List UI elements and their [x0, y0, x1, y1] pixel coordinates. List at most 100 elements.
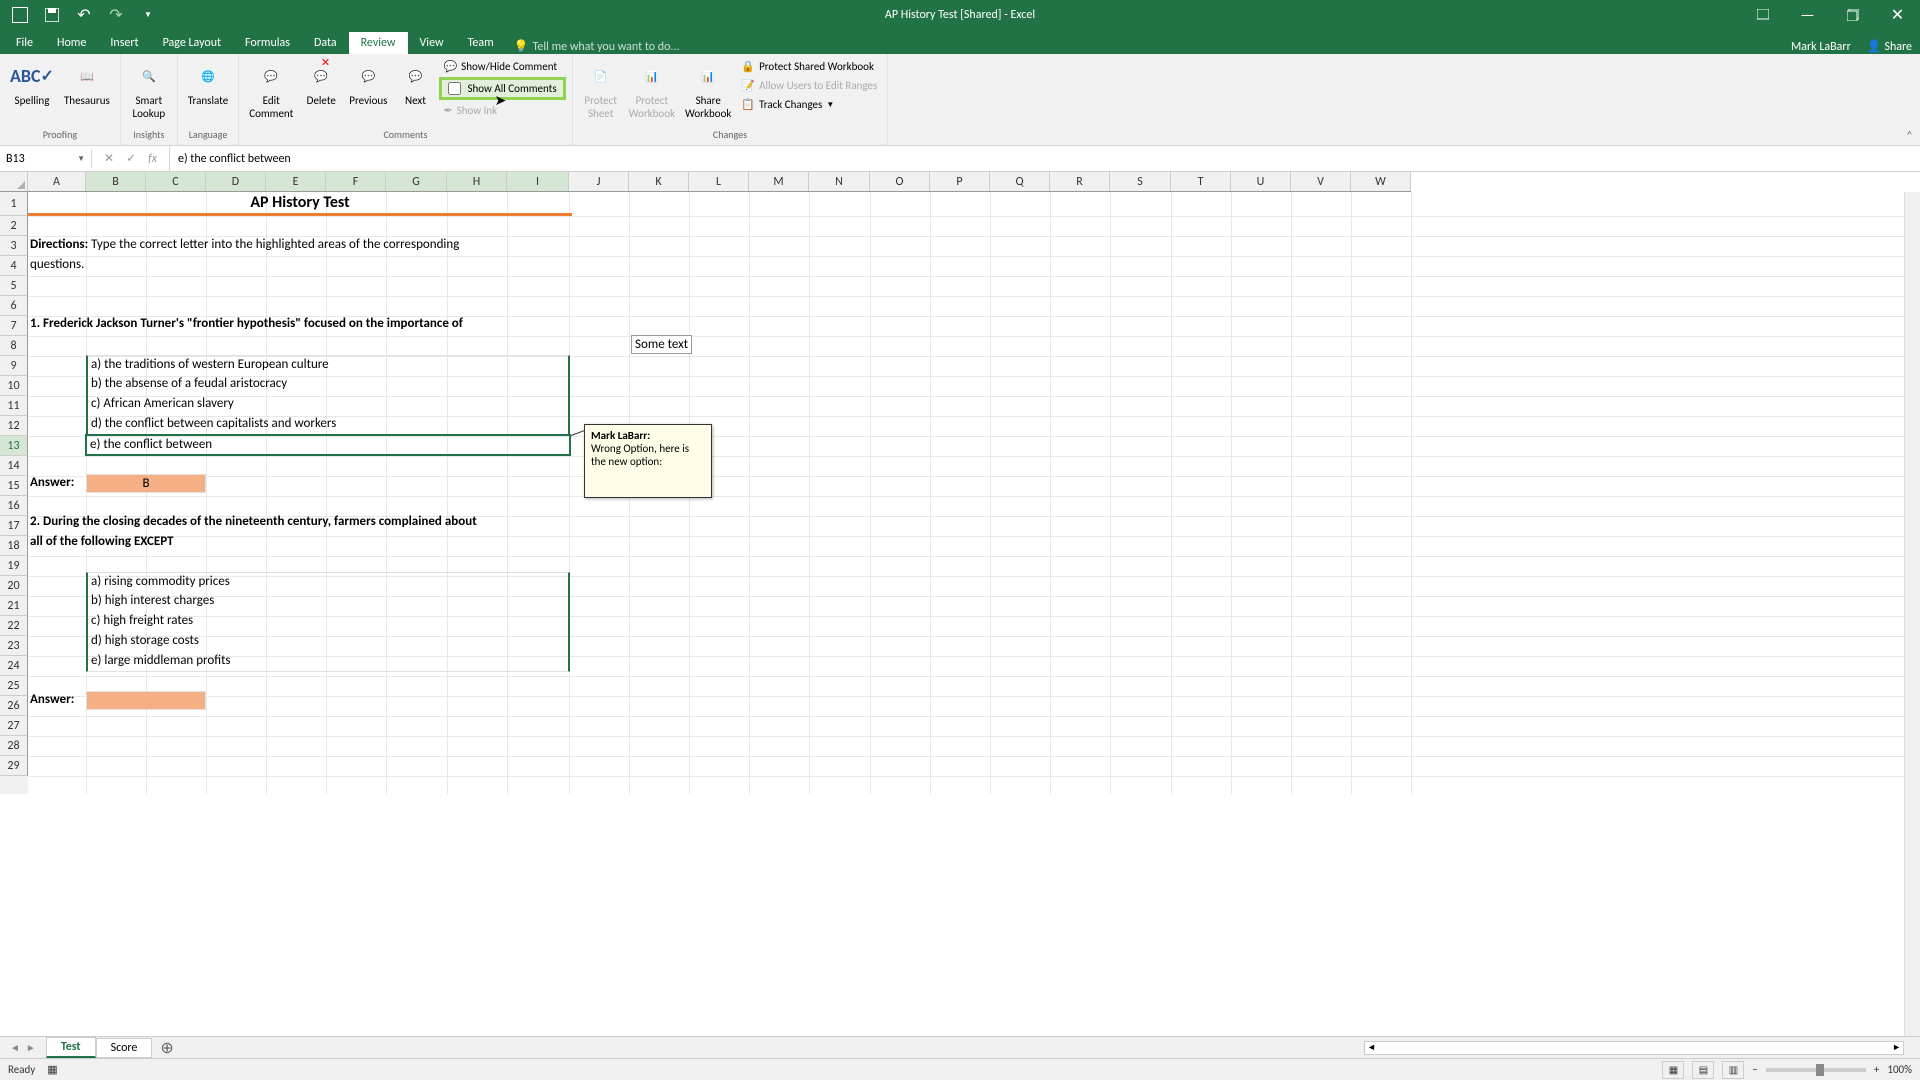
col-header-n[interactable]: N	[809, 172, 870, 191]
undo-icon[interactable]: ↶	[72, 3, 96, 27]
row-header-28[interactable]: 28	[0, 736, 28, 756]
tab-view[interactable]: View	[408, 32, 456, 54]
q1-opt-b[interactable]: b) the absense of a feudal aristocracy	[86, 375, 570, 395]
show-all-comments-button[interactable]: Show All Comments➤	[439, 77, 565, 100]
col-header-t[interactable]: T	[1171, 172, 1231, 191]
name-box[interactable]: B13▼	[0, 150, 92, 168]
row-header-7[interactable]: 7	[0, 316, 28, 336]
save-icon[interactable]	[40, 3, 64, 27]
maximize-icon[interactable]	[1830, 0, 1875, 30]
row-header-17[interactable]: 17	[0, 516, 28, 536]
delete-comment-button[interactable]: 💬✕Delete	[299, 58, 343, 109]
col-header-l[interactable]: L	[689, 172, 749, 191]
col-header-p[interactable]: P	[930, 172, 990, 191]
row-header-11[interactable]: 11	[0, 396, 28, 416]
tab-home[interactable]: Home	[45, 32, 98, 54]
zoom-out-button[interactable]: −	[1752, 1063, 1757, 1076]
col-header-g[interactable]: G	[386, 172, 447, 191]
sheet-nav-prev-icon[interactable]: ◄	[8, 1039, 22, 1056]
col-header-m[interactable]: M	[749, 172, 809, 191]
row-header-3[interactable]: 3	[0, 236, 28, 256]
zoom-slider[interactable]	[1766, 1068, 1866, 1072]
row-header-27[interactable]: 27	[0, 716, 28, 736]
vertical-scrollbar[interactable]	[1904, 192, 1920, 1036]
tab-page-layout[interactable]: Page Layout	[151, 32, 233, 54]
tab-review[interactable]: Review	[349, 32, 408, 54]
col-header-q[interactable]: Q	[990, 172, 1050, 191]
col-header-o[interactable]: O	[870, 172, 930, 191]
tab-file[interactable]: File	[4, 32, 45, 54]
col-header-s[interactable]: S	[1110, 172, 1171, 191]
zoom-in-button[interactable]: +	[1874, 1063, 1879, 1076]
floating-text[interactable]: Some text	[631, 335, 692, 354]
answer-label-2[interactable]: Answer:	[28, 691, 76, 708]
formula-input[interactable]: e) the conflict between	[170, 150, 1920, 168]
selected-cell-b13[interactable]: e) the conflict between	[85, 434, 571, 456]
redo-icon[interactable]: ↷	[104, 3, 128, 27]
share-button[interactable]: 👤 Share	[1867, 39, 1912, 54]
row-header-5[interactable]: 5	[0, 276, 28, 296]
col-header-i[interactable]: I	[507, 172, 569, 191]
protect-shared-button[interactable]: 🔒Protect Shared Workbook	[737, 58, 881, 75]
q1-opt-a[interactable]: a) the traditions of western European cu…	[86, 355, 570, 375]
qat-dropdown-icon[interactable]: ▼	[136, 3, 160, 27]
share-workbook-button[interactable]: 📊Share Workbook	[681, 58, 735, 122]
collapse-ribbon-icon[interactable]: ^	[1907, 128, 1912, 141]
scroll-right-icon[interactable]: ►	[1892, 1042, 1901, 1053]
grid-cells[interactable]: AP History Test Directions: Type the cor…	[28, 192, 1920, 794]
row-header-16[interactable]: 16	[0, 496, 28, 516]
row-header-9[interactable]: 9	[0, 356, 28, 376]
ribbon-display-icon[interactable]	[1740, 0, 1785, 30]
col-header-a[interactable]: A	[28, 172, 86, 191]
show-all-checkbox[interactable]	[448, 82, 461, 95]
q2-opt-e[interactable]: e) large middleman profits	[86, 652, 570, 672]
row-header-26[interactable]: 26	[0, 696, 28, 716]
row-header-12[interactable]: 12	[0, 416, 28, 436]
row-header-18[interactable]: 18	[0, 536, 28, 556]
minimize-icon[interactable]: —	[1785, 0, 1830, 30]
row-header-19[interactable]: 19	[0, 556, 28, 576]
row-header-20[interactable]: 20	[0, 576, 28, 596]
next-comment-button[interactable]: 💬Next	[393, 58, 437, 109]
q2-opt-b[interactable]: b) high interest charges	[86, 592, 570, 612]
q2-opt-c[interactable]: c) high freight rates	[86, 612, 570, 632]
col-header-d[interactable]: D	[206, 172, 266, 191]
chevron-down-icon[interactable]: ▼	[77, 154, 85, 164]
spelling-button[interactable]: ABC✓Spelling	[6, 58, 58, 109]
sheet-tab-test[interactable]: Test	[46, 1037, 96, 1058]
macro-icon[interactable]: ▦	[47, 1063, 57, 1076]
row-header-14[interactable]: 14	[0, 456, 28, 476]
row-header-2[interactable]: 2	[0, 216, 28, 236]
horizontal-scrollbar[interactable]: ◄ ►	[1364, 1041, 1904, 1055]
col-header-k[interactable]: K	[629, 172, 689, 191]
thesaurus-button[interactable]: 📖Thesaurus	[60, 58, 114, 109]
answer-label-1[interactable]: Answer:	[28, 474, 76, 491]
track-changes-button[interactable]: 📋Track Changes ▼	[737, 96, 881, 113]
col-header-e[interactable]: E	[266, 172, 326, 191]
q2-line2[interactable]: all of the following EXCEPT	[28, 533, 176, 550]
title-cell[interactable]: AP History Test	[28, 192, 572, 216]
row-header-21[interactable]: 21	[0, 596, 28, 616]
row-header-24[interactable]: 24	[0, 656, 28, 676]
new-sheet-button[interactable]: ⊕	[152, 1038, 181, 1058]
sheet-nav-next-icon[interactable]: ►	[24, 1039, 38, 1056]
tab-team[interactable]: Team	[456, 32, 506, 54]
answer-box-2[interactable]	[86, 691, 206, 710]
col-header-h[interactable]: H	[447, 172, 507, 191]
row-header-8[interactable]: 8	[0, 336, 28, 356]
col-header-f[interactable]: F	[326, 172, 386, 191]
select-all-button[interactable]	[0, 172, 28, 192]
page-layout-view-icon[interactable]: ▤	[1692, 1061, 1714, 1079]
col-header-w[interactable]: W	[1351, 172, 1411, 191]
tab-formulas[interactable]: Formulas	[233, 32, 302, 54]
col-header-b[interactable]: B	[86, 172, 146, 191]
q1-opt-d[interactable]: d) the conflict between capitalists and …	[86, 415, 570, 435]
col-header-c[interactable]: C	[146, 172, 206, 191]
translate-button[interactable]: 🌐Translate	[184, 58, 232, 109]
tell-me-search[interactable]: 💡 Tell me what you want to do...	[506, 39, 680, 54]
row-header-15[interactable]: 15	[0, 476, 28, 496]
row-header-13[interactable]: 13	[0, 436, 28, 456]
comment-popup[interactable]: Mark LaBarr: Wrong Option, here is the n…	[584, 424, 712, 498]
row-header-29[interactable]: 29	[0, 756, 28, 776]
close-icon[interactable]: ✕	[1875, 0, 1920, 30]
